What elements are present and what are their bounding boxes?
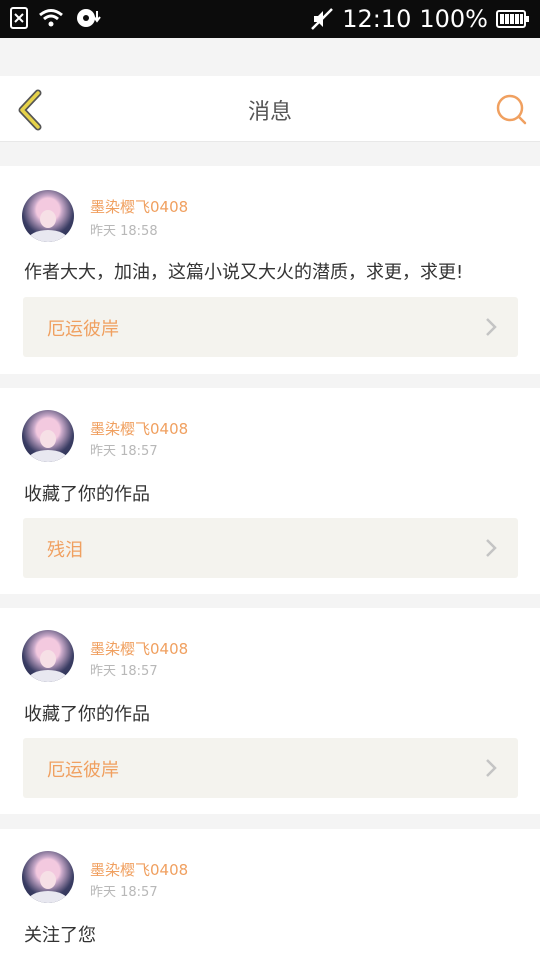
message-text: 关注了您 [24,925,96,946]
avatar[interactable] [22,851,74,903]
work-link[interactable]: 残泪 [23,518,518,578]
work-title: 厄运彼岸 [47,760,119,781]
app-header: 消息 [0,76,540,142]
work-title: 厄运彼岸 [47,319,119,340]
chevron-right-icon [486,318,497,336]
work-link[interactable]: 厄运彼岸 [23,297,518,357]
message-time: 昨天 18:57 [90,664,158,679]
message-card: 墨染樱飞0408 昨天 18:57 关注了您 [0,829,540,969]
message-text: 作者大大，加油，这篇小说又大火的潜质，求更，求更! [24,262,464,283]
download-icon [74,7,102,29]
message-time: 昨天 18:57 [90,444,158,459]
work-title: 残泪 [47,540,83,561]
status-time: 12:10 [342,5,412,33]
battery-percent: 100% [419,5,488,33]
message-text: 收藏了你的作品 [24,704,150,725]
avatar[interactable] [22,410,74,462]
username[interactable]: 墨染樱飞0408 [90,196,188,217]
username[interactable]: 墨染樱飞0408 [90,859,188,880]
work-link[interactable]: 厄运彼岸 [23,738,518,798]
username[interactable]: 墨染樱飞0408 [90,418,188,439]
search-button[interactable] [494,92,528,126]
message-time: 昨天 18:57 [90,885,158,900]
message-card: 墨染樱飞0408 昨天 18:58 作者大大，加油，这篇小说又大火的潜质，求更，… [0,166,540,374]
message-card: 墨染樱飞0408 昨天 18:57 收藏了你的作品 厄运彼岸 [0,608,540,814]
wifi-icon [38,8,64,28]
chevron-right-icon [486,759,497,777]
avatar[interactable] [22,190,74,242]
username[interactable]: 墨染樱飞0408 [90,638,188,659]
avatar[interactable] [22,630,74,682]
chevron-right-icon [486,539,497,557]
sim-off-icon [10,7,28,29]
status-right-icons: 12:10 100% [310,5,530,33]
battery-icon [496,9,530,29]
search-icon [496,94,527,125]
status-bar: 12:10 100% [0,0,540,38]
message-text: 收藏了你的作品 [24,484,150,505]
page-title: 消息 [247,100,292,125]
message-card: 墨染樱飞0408 昨天 18:57 收藏了你的作品 残泪 [0,388,540,594]
message-time: 昨天 18:58 [90,224,158,239]
mute-icon [310,7,334,31]
status-left-icons [10,7,102,29]
